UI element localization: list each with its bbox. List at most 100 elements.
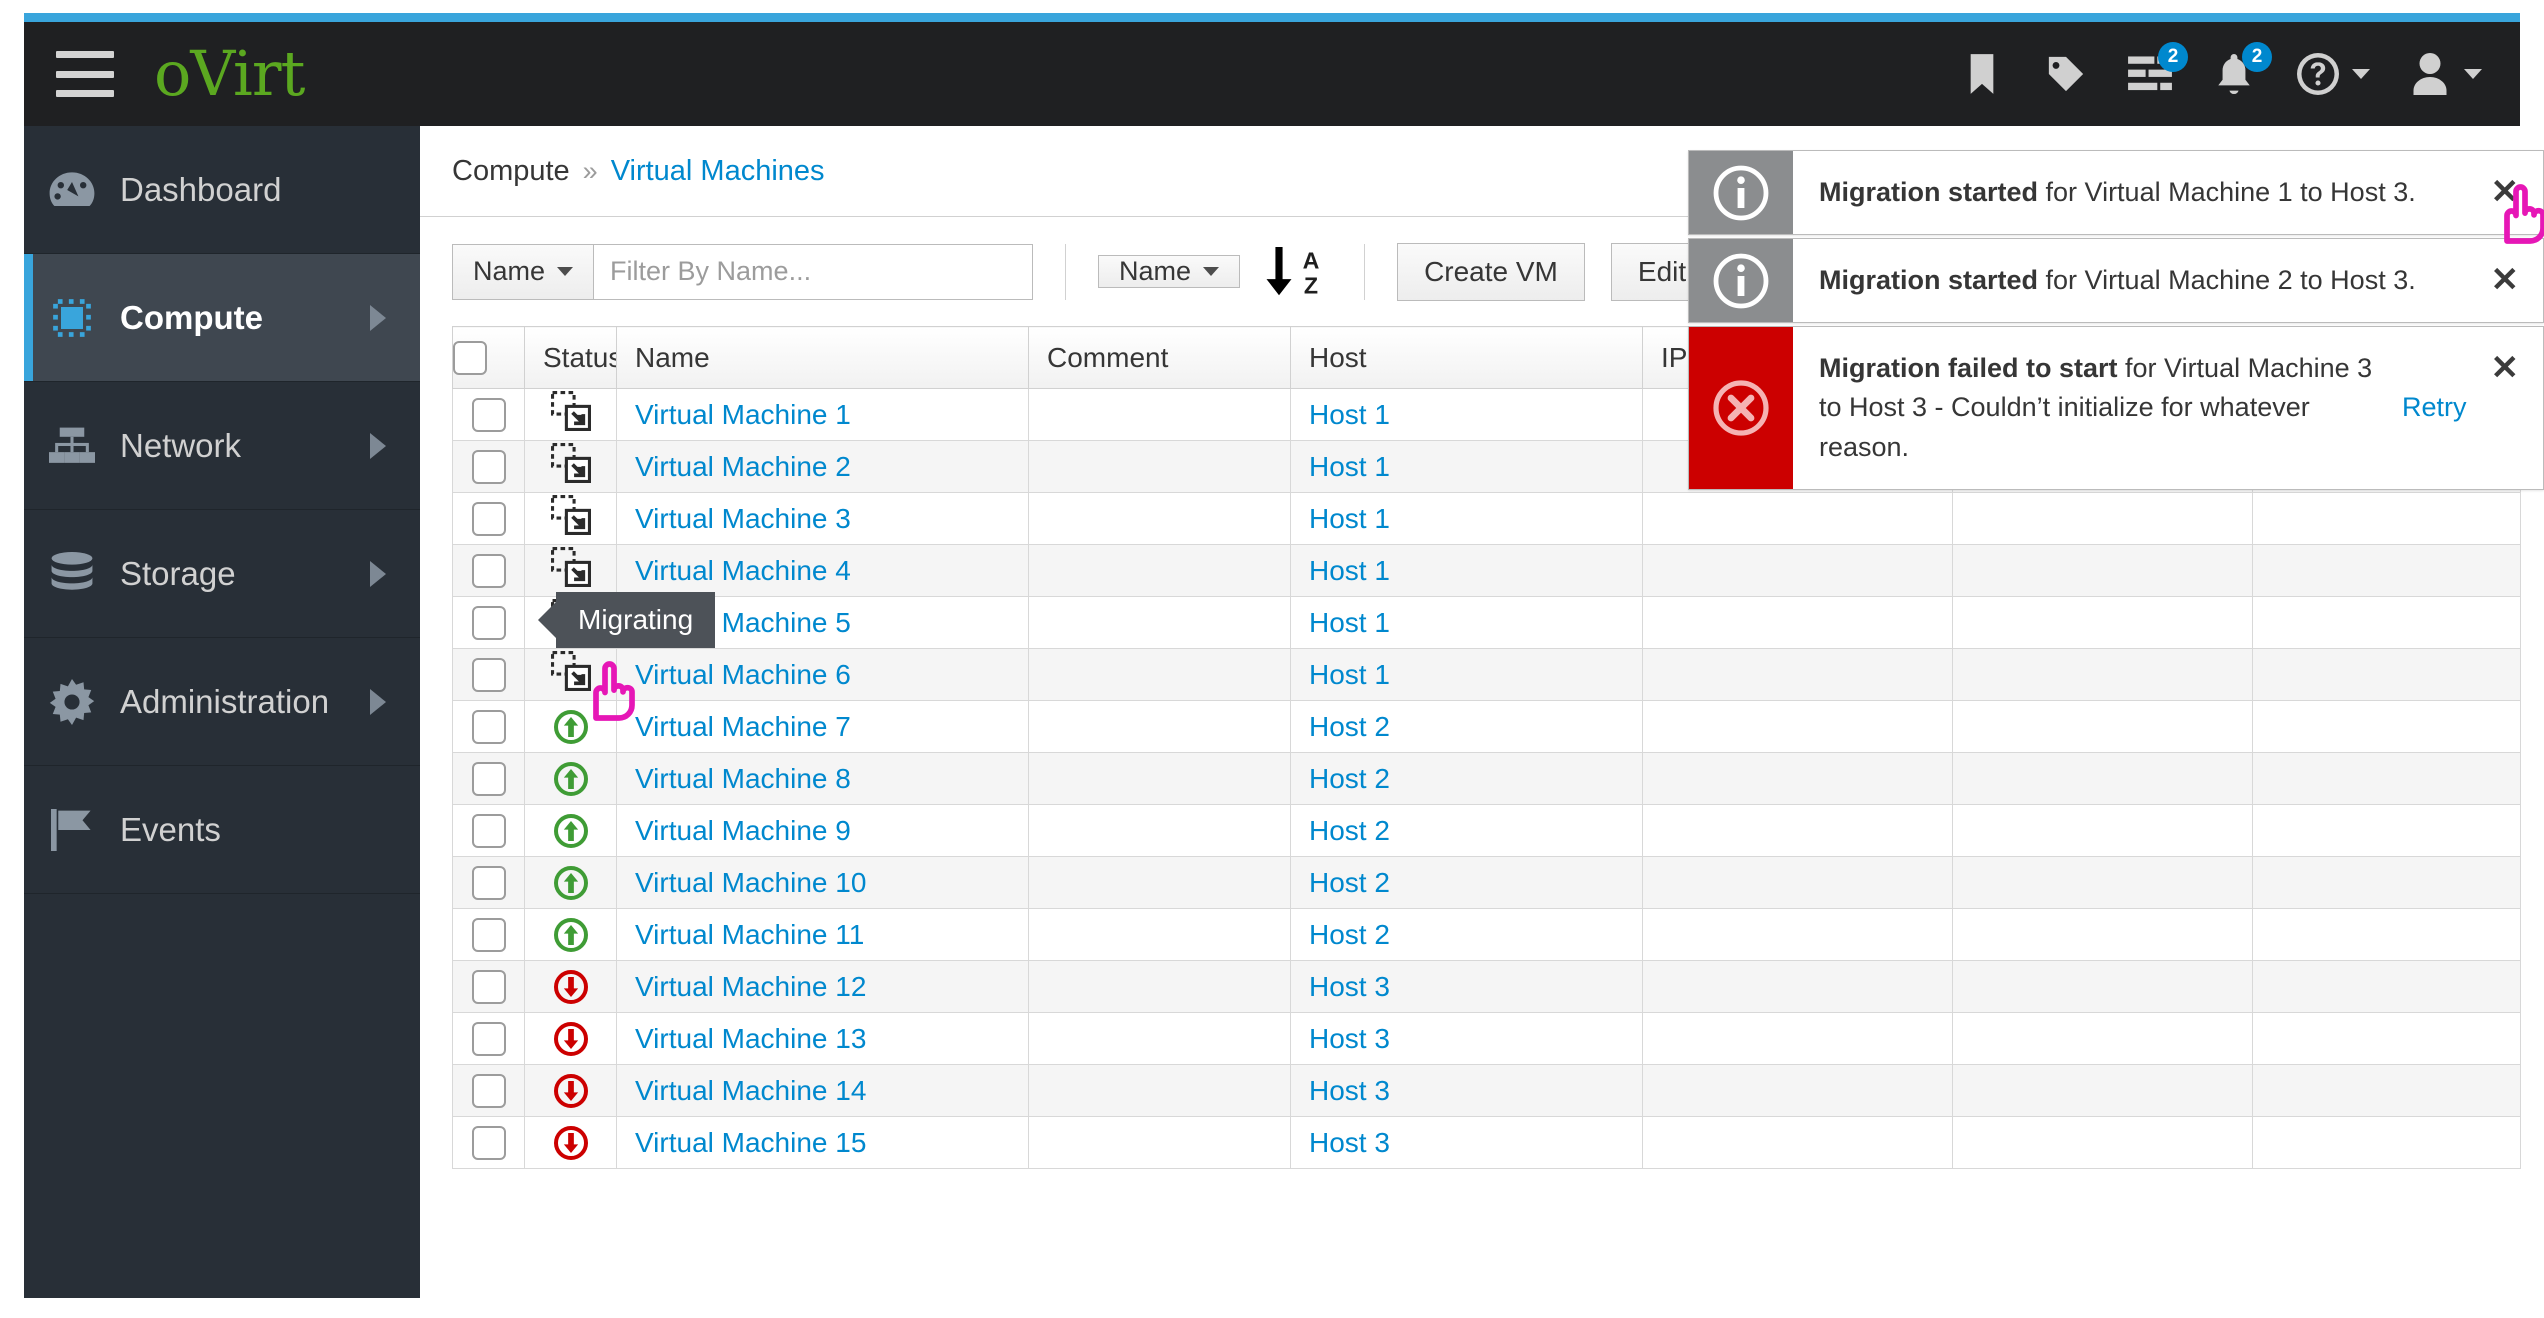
row-status-cell[interactable] <box>524 1116 617 1169</box>
host-link[interactable]: Host 2 <box>1309 867 1390 898</box>
host-link[interactable]: Host 2 <box>1309 763 1390 794</box>
tasks-icon[interactable]: 2 <box>2126 42 2188 100</box>
column-status[interactable]: Status <box>524 326 617 389</box>
table-row[interactable]: Virtual Machine 10 Host 2 <box>452 856 2521 909</box>
vm-name-link[interactable]: Virtual Machine 10 <box>635 867 866 898</box>
toast-close-icon[interactable]: ✕ <box>2485 351 2526 385</box>
table-row[interactable]: Virtual Machine 15 Host 3 <box>452 1116 2521 1169</box>
select-all-checkbox[interactable] <box>453 340 487 375</box>
table-row[interactable]: Virtual Machine 5 Host 1 <box>452 596 2521 649</box>
row-checkbox[interactable] <box>471 761 506 796</box>
sidebar-item-dashboard[interactable]: Dashboard <box>24 126 420 254</box>
column-comment[interactable]: Comment <box>1028 326 1291 389</box>
breadcrumb-parent[interactable]: Compute <box>452 155 570 188</box>
vm-name-link[interactable]: Virtual Machine 8 <box>635 763 851 794</box>
sidebar-item-administration[interactable]: Administration <box>24 638 420 766</box>
host-link[interactable]: Host 1 <box>1309 399 1390 430</box>
hamburger-icon[interactable] <box>56 51 114 97</box>
user-icon[interactable] <box>2406 48 2454 100</box>
host-link[interactable]: Host 1 <box>1309 659 1390 690</box>
bell-icon[interactable]: 2 <box>2210 42 2272 100</box>
row-status-cell[interactable] <box>524 440 617 493</box>
toast-close-icon[interactable]: ✕ <box>2485 175 2526 209</box>
search-input[interactable] <box>593 243 1034 300</box>
table-row[interactable]: Virtual Machine 11 Host 2 <box>452 908 2521 961</box>
vm-name-link[interactable]: Virtual Machine 9 <box>635 815 851 846</box>
row-status-cell[interactable] <box>524 856 617 909</box>
row-checkbox[interactable] <box>471 1073 506 1108</box>
sidebar-item-events[interactable]: Events <box>24 766 420 894</box>
row-status-cell[interactable] <box>524 908 617 961</box>
row-checkbox[interactable] <box>471 917 506 952</box>
table-row[interactable]: Virtual Machine 7 Host 2 <box>452 700 2521 753</box>
vm-name-link[interactable]: Virtual Machine 14 <box>635 1075 866 1106</box>
table-row[interactable]: Virtual Machine 9 Host 2 <box>452 804 2521 857</box>
sidebar-item-storage[interactable]: Storage <box>24 510 420 638</box>
toast-close-icon[interactable]: ✕ <box>2485 263 2526 297</box>
vm-name-link[interactable]: Virtual Machine 3 <box>635 503 851 534</box>
row-checkbox[interactable] <box>471 449 506 484</box>
row-checkbox[interactable] <box>471 501 506 536</box>
host-link[interactable]: Host 2 <box>1309 919 1390 950</box>
host-link[interactable]: Host 1 <box>1309 503 1390 534</box>
host-link[interactable]: Host 1 <box>1309 607 1390 638</box>
table-row[interactable]: Virtual Machine 6 Host 1 <box>452 648 2521 701</box>
host-link[interactable]: Host 1 <box>1309 555 1390 586</box>
row-status-cell[interactable] <box>524 544 617 597</box>
row-checkbox[interactable] <box>471 969 506 1004</box>
host-link[interactable]: Host 3 <box>1309 1127 1390 1158</box>
row-status-cell[interactable] <box>524 752 617 805</box>
table-row[interactable]: Virtual Machine 13 Host 3 <box>452 1012 2521 1065</box>
row-checkbox[interactable] <box>471 605 506 640</box>
row-status-cell[interactable] <box>524 1012 617 1065</box>
sidebar-item-network[interactable]: Network <box>24 382 420 510</box>
tag-icon[interactable] <box>2042 48 2090 100</box>
row-checkbox[interactable] <box>471 709 506 744</box>
table-row[interactable]: Virtual Machine 14 Host 3 <box>452 1064 2521 1117</box>
filter-field-select[interactable]: Name <box>452 243 594 300</box>
row-checkbox[interactable] <box>471 397 506 432</box>
ovirt-logo[interactable]: oVirt <box>154 43 305 105</box>
row-checkbox[interactable] <box>471 553 506 588</box>
row-status-cell[interactable] <box>524 648 617 701</box>
table-row[interactable]: Virtual Machine 8 Host 2 <box>452 752 2521 805</box>
host-link[interactable]: Host 3 <box>1309 1075 1390 1106</box>
vm-name-link[interactable]: Virtual Machine 7 <box>635 711 851 742</box>
host-link[interactable]: Host 3 <box>1309 1023 1390 1054</box>
row-status-cell[interactable] <box>524 492 617 545</box>
vm-name-link[interactable]: Virtual Machine 11 <box>635 919 864 950</box>
row-checkbox[interactable] <box>471 1021 506 1056</box>
help-icon[interactable] <box>2294 48 2342 100</box>
vm-name-link[interactable]: Virtual Machine 6 <box>635 659 851 690</box>
sort-field-select[interactable]: Name <box>1098 255 1241 288</box>
vm-name-link[interactable]: Virtual Machine 1 <box>635 399 851 430</box>
user-menu[interactable] <box>2406 48 2482 100</box>
table-row[interactable]: Virtual Machine 4 Host 1 <box>452 544 2521 597</box>
vm-name-link[interactable]: Virtual Machine 15 <box>635 1127 866 1158</box>
breadcrumb-current[interactable]: Virtual Machines <box>611 155 825 188</box>
table-row[interactable]: Virtual Machine 12 Host 3 <box>452 960 2521 1013</box>
vm-name-link[interactable]: Virtual Machine 12 <box>635 971 866 1002</box>
row-status-cell[interactable] <box>524 700 617 753</box>
row-status-cell[interactable] <box>524 804 617 857</box>
host-link[interactable]: Host 2 <box>1309 711 1390 742</box>
create-vm-button[interactable]: Create VM <box>1397 242 1585 301</box>
sidebar-item-compute[interactable]: Compute <box>24 254 420 382</box>
vm-name-link[interactable]: Virtual Machine 13 <box>635 1023 866 1054</box>
row-checkbox[interactable] <box>471 865 506 900</box>
vm-name-link[interactable]: Virtual Machine 4 <box>635 555 851 586</box>
column-name[interactable]: Name <box>616 326 1029 389</box>
row-checkbox[interactable] <box>471 657 506 692</box>
toast-retry-link[interactable]: Retry <box>2402 392 2467 423</box>
row-checkbox[interactable] <box>471 1125 506 1160</box>
host-link[interactable]: Host 3 <box>1309 971 1390 1002</box>
table-row[interactable]: Virtual Machine 3 Host 1 <box>452 492 2521 545</box>
host-link[interactable]: Host 1 <box>1309 451 1390 482</box>
sort-alpha-down-icon[interactable]: A Z <box>1266 246 1326 297</box>
row-status-cell[interactable] <box>524 388 617 441</box>
row-status-cell[interactable] <box>524 960 617 1013</box>
row-status-cell[interactable] <box>524 1064 617 1117</box>
host-link[interactable]: Host 2 <box>1309 815 1390 846</box>
column-host[interactable]: Host <box>1290 326 1643 389</box>
row-checkbox[interactable] <box>471 813 506 848</box>
